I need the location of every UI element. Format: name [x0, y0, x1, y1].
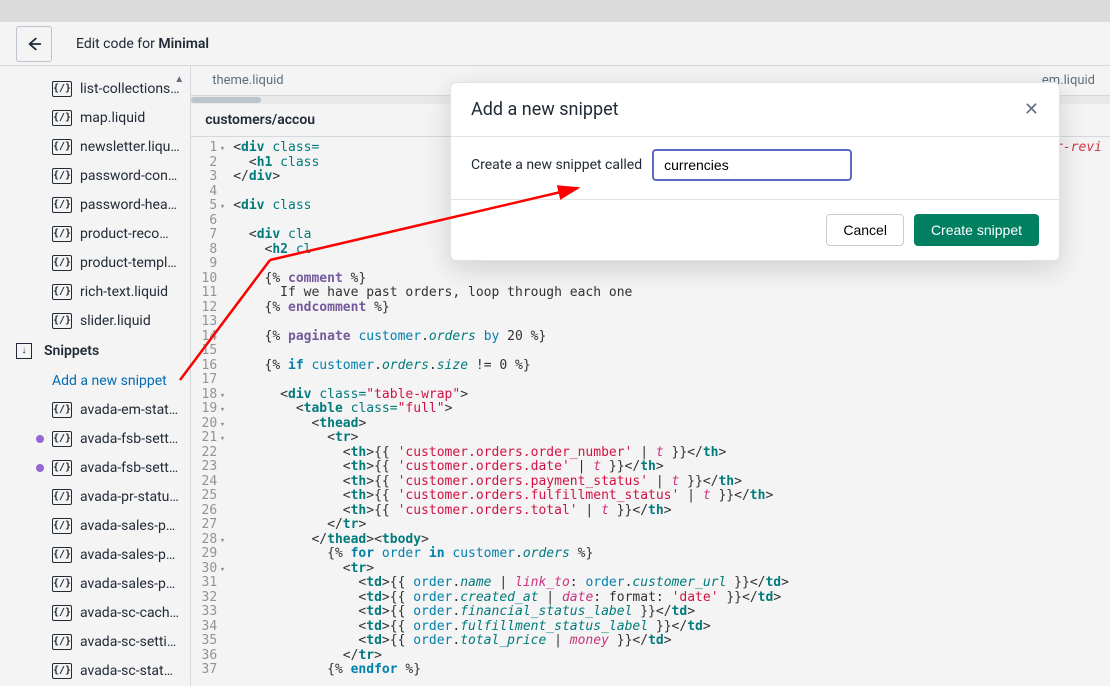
snippet-name-label: Create a new snippet called	[471, 157, 642, 173]
snippet-name-input[interactable]	[652, 149, 852, 181]
modal-title: Add a new snippet	[471, 99, 619, 120]
add-snippet-modal: Add a new snippet ✕ Create a new snippet…	[450, 82, 1060, 261]
cancel-button[interactable]: Cancel	[826, 214, 904, 246]
close-icon[interactable]: ✕	[1024, 99, 1039, 120]
create-snippet-button[interactable]: Create snippet	[914, 214, 1039, 246]
